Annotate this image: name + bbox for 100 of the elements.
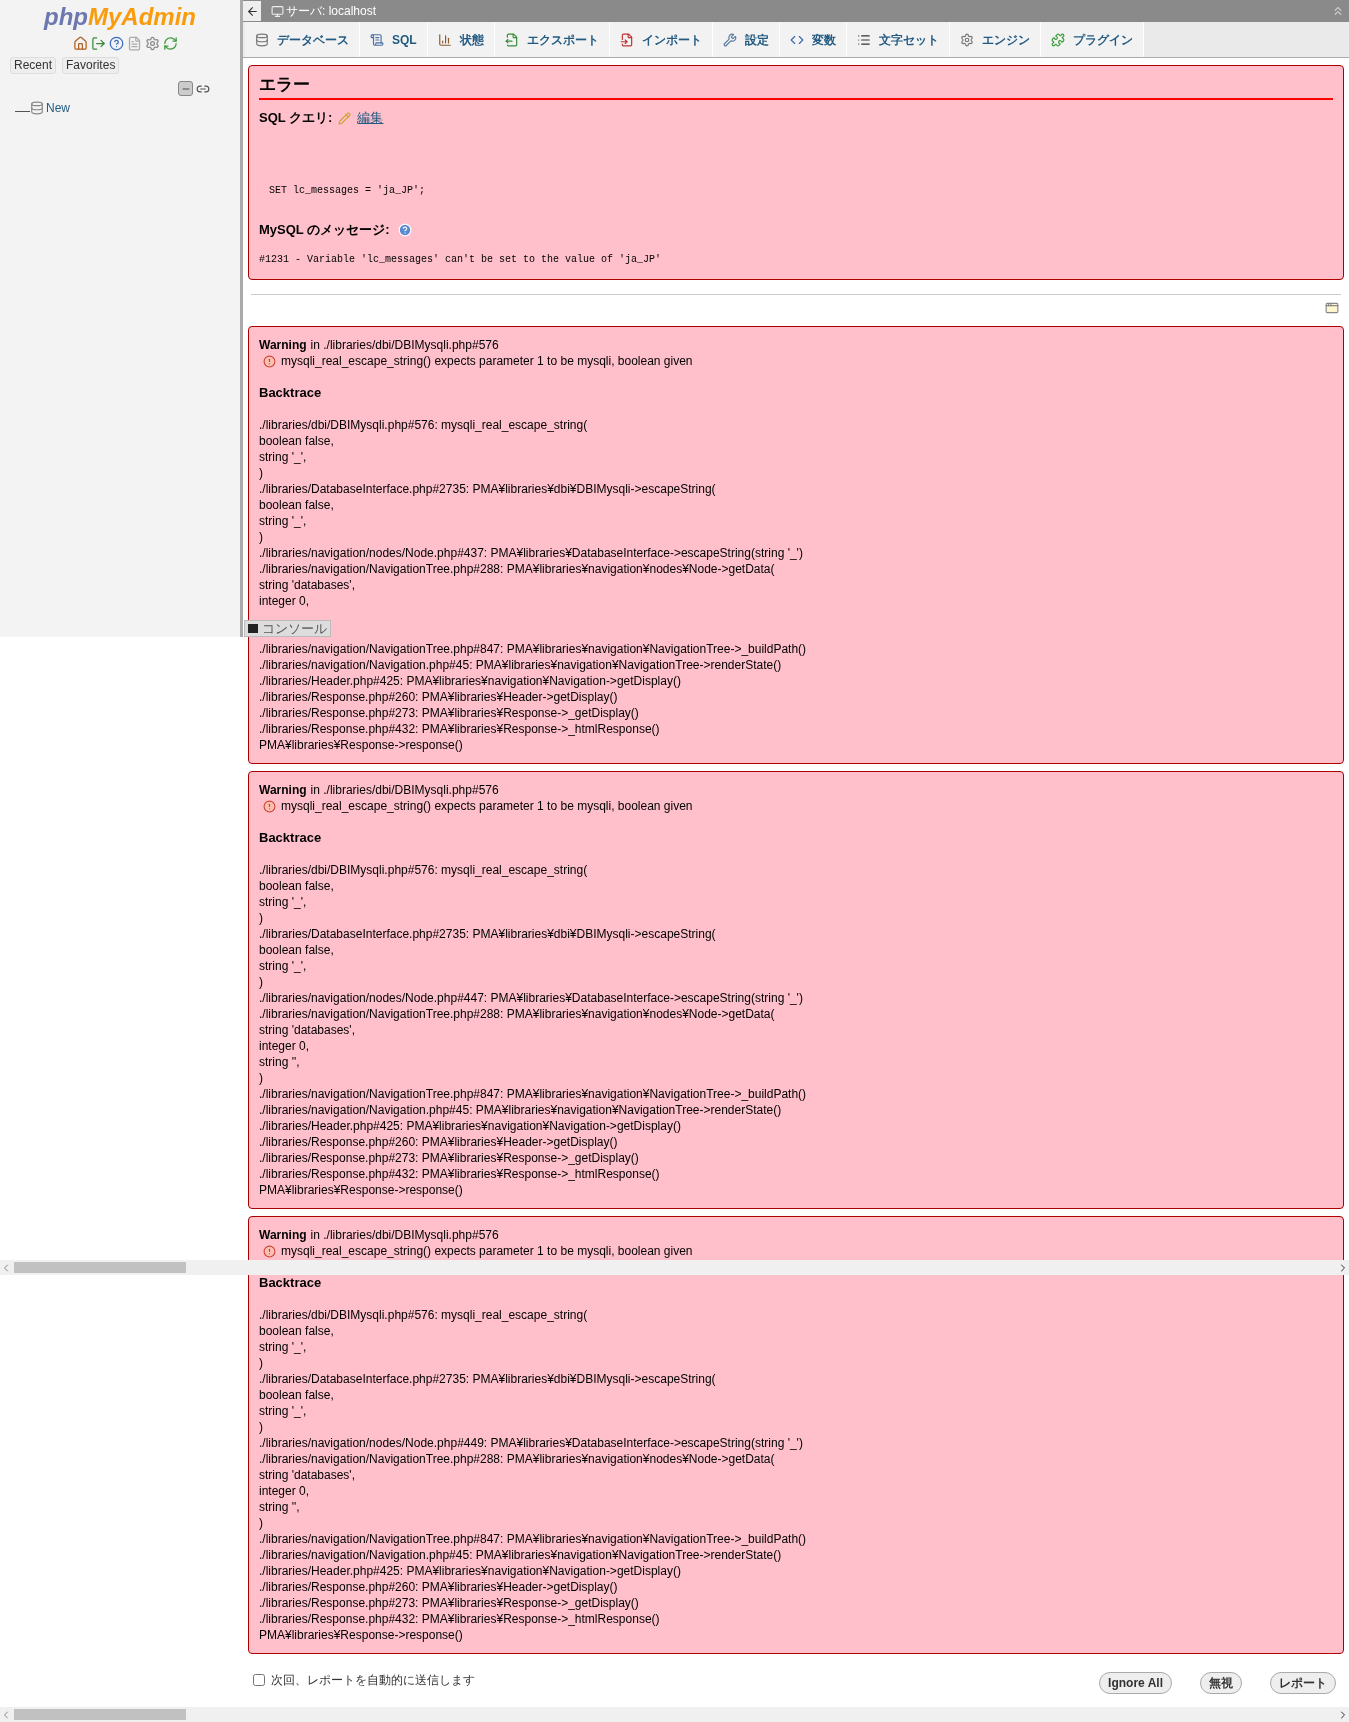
auto-send-label: 次回、レポートを自動的に送信します: [271, 1672, 475, 1689]
backtrace-line: ./libraries/Header.php#425: PMA¥libraries¥navigation¥Navigation->getDisplay(): [259, 1118, 681, 1134]
reload-icon[interactable]: [162, 36, 178, 51]
backtrace-line: ): [259, 465, 263, 481]
server-title[interactable]: サーバ: localhost: [286, 2, 377, 20]
error-title: エラー: [259, 74, 1333, 100]
warning-label: Warning: [259, 782, 307, 798]
menu-tab[interactable]: 変数: [779, 22, 847, 57]
menu-tab[interactable]: データベース: [245, 22, 360, 57]
help-icon[interactable]: [108, 36, 124, 51]
window-icon[interactable]: [1325, 301, 1339, 315]
database-add-icon: [30, 101, 44, 115]
warning-message: mysqli_real_escape_string() expects parameter 1 to be mysqli, boolean given: [281, 353, 693, 369]
backtrace-line: ./libraries/navigation/Navigation.php#45: PMA¥libraries¥navigation¥NavigationTree->renderState(): [259, 1102, 782, 1118]
backtrace-line: boolean false,: [259, 1323, 334, 1339]
menu-tab[interactable]: エクスポート: [494, 22, 610, 57]
backtrace-line: string 'databases',: [259, 1022, 355, 1038]
home-icon[interactable]: [72, 36, 88, 51]
backtrace-line: ./libraries/Response.php#260: PMA¥libraries¥Header->getDisplay(): [259, 689, 618, 705]
error-icon: [263, 354, 276, 368]
logo[interactable]: phpMyAdmin: [44, 2, 196, 32]
report-button[interactable]: レポート: [1270, 1672, 1336, 1694]
menu-tab[interactable]: エンジン: [949, 22, 1041, 57]
backtrace-line: ./libraries/navigation/nodes/Node.php#447: PMA¥libraries¥DatabaseInterface->escapeString(string '_'): [259, 990, 803, 1006]
backtrace-line: ): [259, 1419, 263, 1435]
list-icon: [856, 32, 871, 47]
backtrace-line: boolean false,: [259, 497, 334, 513]
backtrace-line: ): [259, 1355, 263, 1371]
backtrace-line: ./libraries/Response.php#260: PMA¥libraries¥Header->getDisplay(): [259, 1579, 618, 1595]
backtrace-line: string '_',: [259, 449, 307, 465]
error-icon: [263, 799, 276, 813]
tree-item-link[interactable]: New: [46, 99, 70, 117]
backtrace-line: ./libraries/navigation/NavigationTree.php#288: PMA¥libraries¥navigation¥nodes¥Node->getData(: [259, 561, 775, 577]
pencil-icon: [338, 111, 352, 125]
horizontal-scrollbar[interactable]: [0, 1707, 1349, 1722]
gear-icon: [959, 32, 974, 47]
backtrace-line: ./libraries/Response.php#273: PMA¥libraries¥Response->_getDisplay(): [259, 1595, 639, 1611]
console-icon: [248, 624, 258, 633]
backtrace-line: string '_',: [259, 958, 307, 974]
backtrace-heading: Backtrace: [259, 385, 323, 401]
document-icon[interactable]: [126, 36, 142, 51]
mysql-message: #1231 - Variable 'lc_messages' can't be set to the value of 'ja_JP': [259, 253, 662, 267]
backtrace-line: ./libraries/Response.php#432: PMA¥libraries¥Response->_htmlResponse(): [259, 1611, 660, 1627]
import-icon: [619, 32, 634, 47]
backtrace-line: string '_',: [259, 513, 307, 529]
backtrace-line: string '',: [259, 1499, 300, 1515]
menu-tab[interactable]: インポート: [609, 22, 713, 57]
backtrace-line: ./libraries/DatabaseInterface.php#2735: PMA¥libraries¥dbi¥DBIMysqli->escapeString(: [259, 1371, 716, 1387]
sidebar-tab-button[interactable]: Favorites: [62, 57, 120, 74]
scrollbar-thumb[interactable]: [14, 1709, 186, 1720]
menu-tab[interactable]: 状態: [427, 22, 495, 57]
export-icon: [504, 32, 519, 47]
mysql-message-label: MySQL のメッセージ:: [259, 222, 390, 238]
settings-icon[interactable]: [144, 36, 160, 51]
menu-tab[interactable]: 文字セット: [846, 22, 950, 57]
database-icon: [255, 32, 269, 47]
backtrace-line: ./libraries/navigation/NavigationTree.php#847: PMA¥libraries¥navigation¥NavigationTree->_buildPath(): [259, 1531, 807, 1547]
backtrace-line: ): [259, 974, 263, 990]
menu-tab[interactable]: 設定: [712, 22, 780, 57]
warning-location: in ./libraries/dbi/DBIMysqli.php#576: [310, 1227, 499, 1243]
exit-icon[interactable]: [90, 36, 106, 51]
backtrace-line: ./libraries/Response.php#260: PMA¥libraries¥Header->getDisplay(): [259, 1134, 618, 1150]
edit-link[interactable]: 編集: [357, 110, 384, 126]
backtrace-line: ./libraries/dbi/DBIMysqli.php#576: mysqli_real_escape_string(: [259, 1307, 588, 1323]
backtrace-line: ./libraries/navigation/nodes/Node.php#437: PMA¥libraries¥DatabaseInterface->escapeString(string '_'): [259, 545, 803, 561]
backtrace-line: ./libraries/navigation/NavigationTree.php#288: PMA¥libraries¥navigation¥nodes¥Node->getData(: [259, 1451, 775, 1467]
backtrace-line: ./libraries/Header.php#425: PMA¥libraries¥navigation¥Navigation->getDisplay(): [259, 673, 681, 689]
auto-send-checkbox[interactable]: [253, 1674, 265, 1686]
scrollbar-thumb[interactable]: [14, 1262, 186, 1273]
backtrace-line: string 'databases',: [259, 1467, 355, 1483]
backtrace-heading: Backtrace: [259, 830, 323, 846]
backtrace-line: boolean false,: [259, 433, 334, 449]
sidebar-tab-button[interactable]: Recent: [10, 57, 57, 74]
backtrace-line: string '',: [259, 1054, 300, 1070]
backtrace-line: PMA¥libraries¥Response->response(): [259, 1627, 463, 1643]
console-tab[interactable]: コンソール: [244, 620, 331, 637]
warning-location: in ./libraries/dbi/DBIMysqli.php#576: [310, 337, 499, 353]
backtrace-line: ./libraries/DatabaseInterface.php#2735: PMA¥libraries¥dbi¥DBIMysqli->escapeString(: [259, 481, 716, 497]
horizontal-scrollbar[interactable]: [0, 1260, 1349, 1275]
collapse-icon[interactable]: [1331, 4, 1345, 18]
backtrace-heading: Backtrace: [259, 1275, 323, 1291]
backtrace-line: integer 0,: [259, 1483, 310, 1499]
backtrace-line: ./libraries/navigation/NavigationTree.php#288: PMA¥libraries¥navigation¥nodes¥Node->getData(: [259, 1006, 775, 1022]
backtrace-line: PMA¥libraries¥Response->response(): [259, 737, 463, 753]
report-button[interactable]: Ignore All: [1099, 1672, 1172, 1694]
backtrace-line: ./libraries/Response.php#432: PMA¥libraries¥Response->_htmlResponse(): [259, 1166, 660, 1182]
backtrace-line: ./libraries/navigation/NavigationTree.php#847: PMA¥libraries¥navigation¥NavigationTree->_buildPath(): [259, 641, 807, 657]
backtrace-line: string 'databases',: [259, 577, 355, 593]
warning-message: mysqli_real_escape_string() expects parameter 1 to be mysqli, boolean given: [281, 1243, 693, 1259]
backtrace-line: boolean false,: [259, 878, 334, 894]
backtrace-line: ): [259, 529, 263, 545]
menu-tab[interactable]: SQL: [360, 22, 428, 57]
backtrace-line: string '_',: [259, 894, 307, 910]
backtrace-line: ./libraries/dbi/DBIMysqli.php#576: mysqli_real_escape_string(: [259, 862, 588, 878]
backtrace-line: ): [259, 1070, 263, 1086]
menu-tab[interactable]: プラグイン: [1040, 22, 1144, 57]
backtrace-line: ./libraries/Response.php#273: PMA¥libraries¥Response->_getDisplay(): [259, 1150, 639, 1166]
report-button[interactable]: 無視: [1200, 1672, 1242, 1694]
warning-label: Warning: [259, 337, 307, 353]
warning-label: Warning: [259, 1227, 307, 1243]
